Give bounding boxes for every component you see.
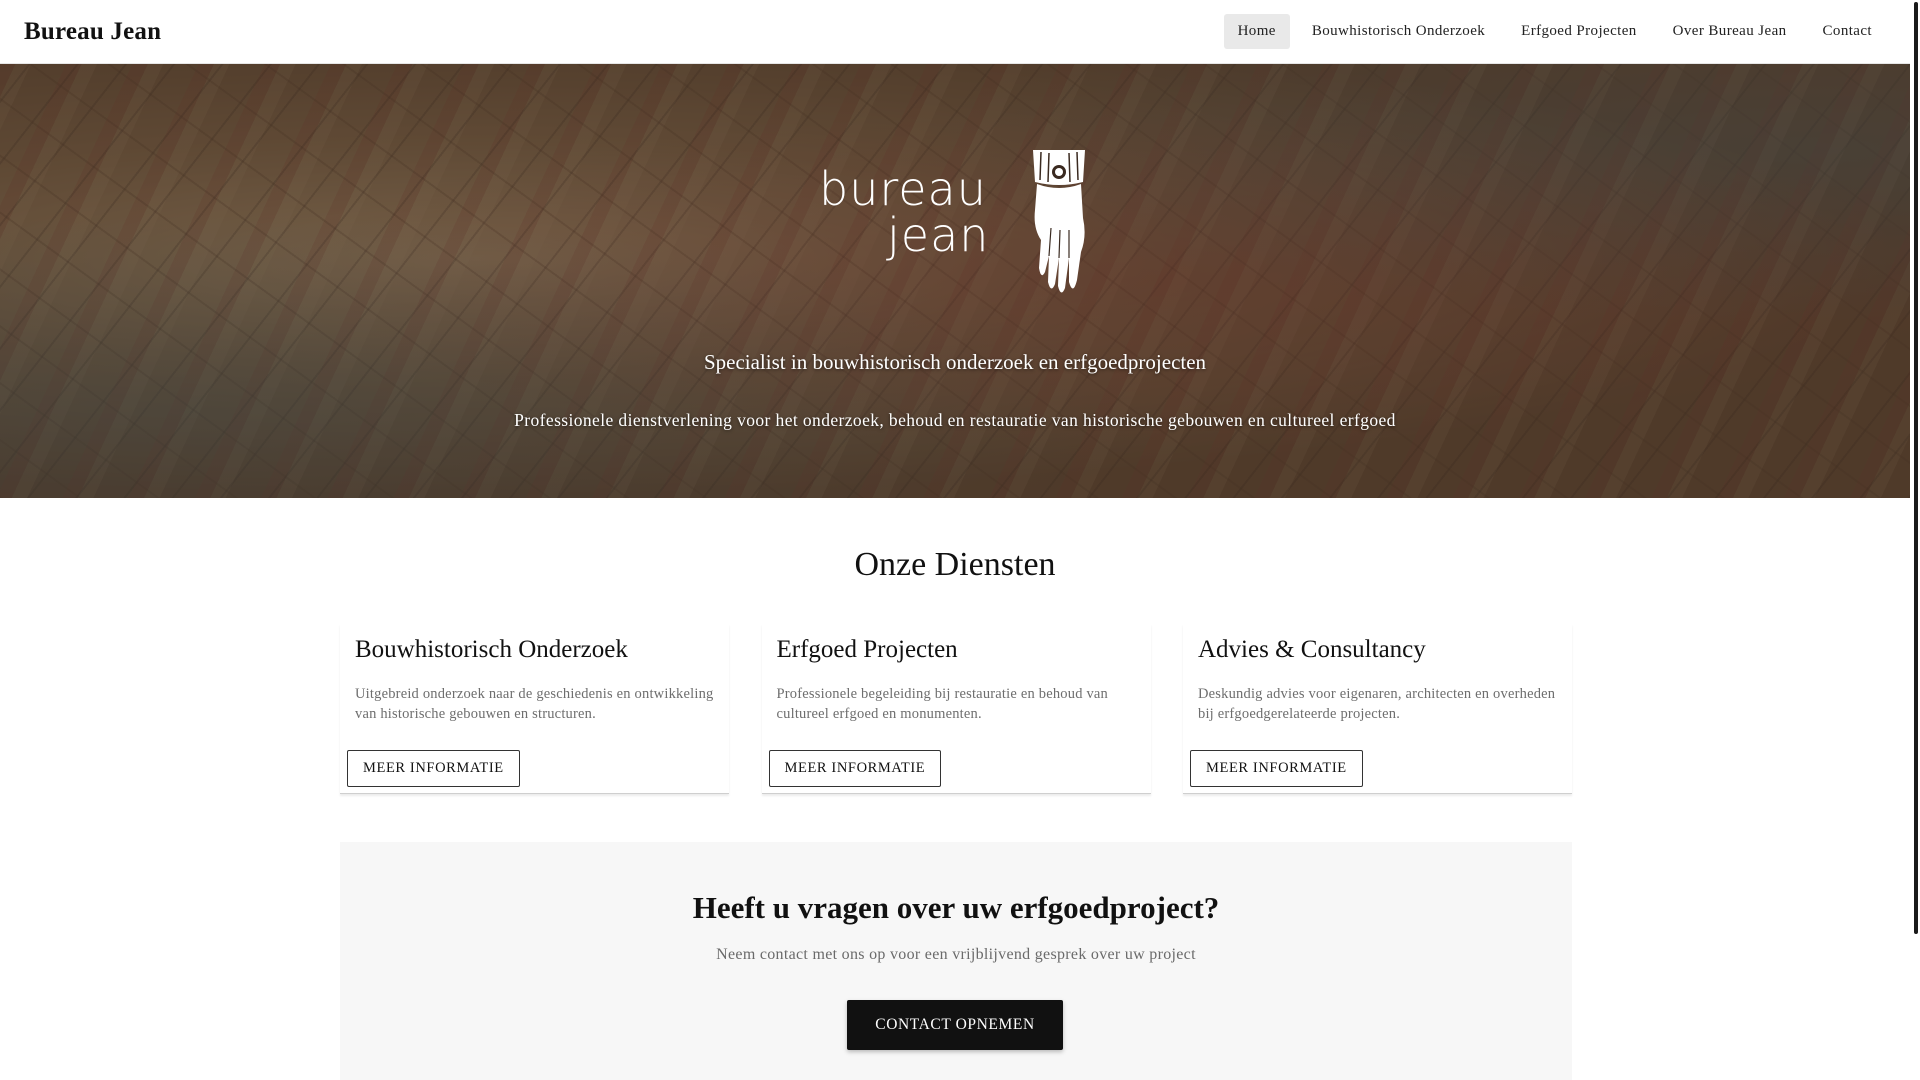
hero-description: Professionele dienstverlening voor het o…: [514, 410, 1396, 430]
nav-item-contact[interactable]: Contact: [1809, 14, 1886, 49]
service-card-title: Bouwhistorisch Onderzoek: [355, 636, 628, 663]
meer-informatie-button[interactable]: MEER INFORMATIE: [768, 750, 942, 787]
contact-cta-section: Heeft u vragen over uw erfgoedproject? N…: [340, 842, 1572, 1080]
service-card-description: Deskundig advies voor eigenaren, archite…: [1198, 686, 1556, 722]
service-card-title: Erfgoed Projecten: [776, 636, 958, 663]
hero-banner: bureau jean Specialist in bouwhistorisch…: [0, 64, 1910, 498]
logo-word-bureau: bureau: [819, 162, 987, 216]
site-header: Bureau Jean Home Bouwhistorisch Onderzoe…: [0, 0, 1910, 64]
hero-logo: bureau jean: [815, 148, 1095, 298]
cta-title: Heeft u vragen over uw erfgoedproject?: [692, 890, 1220, 925]
nav-item-over-bureau-jean[interactable]: Over Bureau Jean: [1659, 14, 1801, 49]
logo-word-jean: jean: [887, 208, 990, 262]
services-title: Onze Diensten: [854, 546, 1056, 583]
service-card-advies-consultancy: Advies & Consultancy Deskundig advies vo…: [1183, 624, 1572, 794]
contact-opnemen-button[interactable]: CONTACT OPNEMEN: [847, 1000, 1063, 1050]
nav-item-home[interactable]: Home: [1223, 14, 1290, 49]
scrollbar[interactable]: [1910, 0, 1920, 1080]
nav-item-erfgoed-projecten[interactable]: Erfgoed Projecten: [1507, 14, 1651, 49]
meer-informatie-button[interactable]: MEER INFORMATIE: [1190, 750, 1363, 787]
service-card-erfgoed-projecten: Erfgoed Projecten Professionele begeleid…: [761, 624, 1151, 794]
service-card-bouwhistorisch-onderzoek: Bouwhistorisch Onderzoek Uitgebreid onde…: [340, 624, 729, 794]
service-card-title: Advies & Consultancy: [1198, 636, 1426, 663]
hero-subtitle: Specialist in bouwhistorisch onderzoek e…: [703, 350, 1207, 374]
service-card-description: Uitgebreid onderzoek naar de geschiedeni…: [355, 686, 714, 722]
services-cards: Bouwhistorisch Onderzoek Uitgebreid onde…: [340, 624, 1572, 794]
hand-icon: [1033, 150, 1085, 293]
hero-content: bureau jean Specialist in bouwhistorisch…: [0, 64, 1910, 498]
service-card-description: Professionele begeleiding bij restaurati…: [776, 686, 1109, 722]
cta-description: Neem contact met ons op voor een vrijbli…: [716, 946, 1196, 963]
nav-item-bouwhistorisch-onderzoek[interactable]: Bouwhistorisch Onderzoek: [1298, 14, 1499, 49]
scrollbar-thumb[interactable]: [1914, 2, 1918, 934]
meer-informatie-button[interactable]: MEER INFORMATIE: [347, 750, 520, 787]
brand-logo[interactable]: Bureau Jean: [24, 18, 161, 46]
main-nav: Home Bouwhistorisch Onderzoek Erfgoed Pr…: [1223, 14, 1886, 49]
